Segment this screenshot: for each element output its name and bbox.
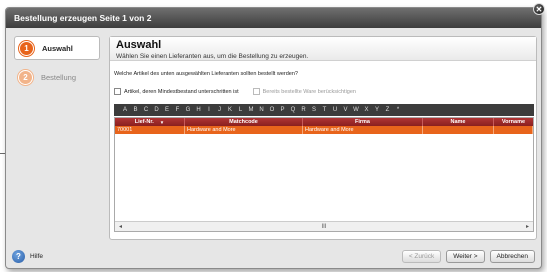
step-number-icon: 1 (19, 40, 34, 56)
column-header-matchcode[interactable]: Matchcode (185, 118, 303, 126)
alphabet-letter-g[interactable]: G (183, 107, 194, 113)
alphabet-letter-r[interactable]: R (299, 107, 310, 113)
cell-firma: Hardware and More (303, 126, 423, 134)
screen: Bestellung erzeugen Seite 1 von 2 1 Ausw… (0, 0, 547, 272)
alphabet-letter-i[interactable]: I (204, 107, 215, 113)
supplier-table: Lief-Nr. ▼ Matchcode Firma Name Vorname … (114, 117, 534, 232)
column-header-firma[interactable]: Firma (303, 118, 423, 126)
table-header: Lief-Nr. ▼ Matchcode Firma Name Vorname (115, 118, 533, 126)
alphabet-letter-all[interactable]: * (393, 107, 404, 113)
order-wizard-dialog: Bestellung erzeugen Seite 1 von 2 1 Ausw… (5, 7, 542, 269)
already-ordered-checkbox[interactable] (252, 88, 260, 95)
alphabet-letter-a[interactable]: A (120, 107, 131, 113)
step-label: Auswahl (42, 43, 73, 53)
help-icon[interactable]: ? (12, 249, 25, 263)
min-stock-checkbox[interactable] (114, 88, 121, 95)
alphabet-letter-w[interactable]: W (351, 107, 362, 113)
sort-down-icon: ▼ (159, 119, 165, 125)
back-button[interactable]: < Zurück (401, 249, 442, 263)
alphabet-letter-l[interactable]: L (236, 107, 247, 113)
filter-options: Artikel, deren Mindestbestand unterschri… (114, 88, 370, 95)
column-header-lief-nr[interactable]: Lief-Nr. ▼ (115, 118, 185, 126)
panel-subtitle: Wählen Sie einen Lieferanten aus, um die… (116, 53, 309, 60)
min-stock-label: Artikel, deren Mindestbestand unterschri… (124, 88, 239, 95)
alphabet-letter-h[interactable]: H (194, 107, 205, 113)
cell-name (423, 126, 494, 134)
alphabet-letter-y[interactable]: Y (372, 107, 383, 113)
alphabet-letter-d[interactable]: D (152, 107, 163, 113)
help-link[interactable]: Hilfe (30, 253, 43, 260)
alphabet-letter-b[interactable]: B (131, 107, 142, 113)
alphabet-letter-e[interactable]: E (162, 107, 173, 113)
step-label: Bestellung (41, 72, 77, 82)
alphabet-filter-bar: A B C D E F G H I J K L M N O P Q R S T U V W X Y Z * (114, 104, 534, 116)
alphabet-letter-k[interactable]: K (225, 107, 236, 113)
dialog-footer: ? Hilfe < Zurück Weiter > Abbrechen (6, 244, 541, 268)
alphabet-letter-u[interactable]: U (330, 107, 341, 113)
already-ordered-label: Bereits bestellte Ware berücksichtigen (262, 88, 356, 95)
alphabet-letter-v[interactable]: V (341, 107, 352, 113)
alphabet-letter-p[interactable]: P (278, 107, 289, 113)
alphabet-letter-n[interactable]: N (257, 107, 268, 113)
cell-lief-nr: 70001 (115, 126, 185, 134)
alphabet-letter-m[interactable]: M (246, 107, 257, 113)
wizard-steps: 1 Auswahl 2 Bestellung (14, 36, 100, 94)
alphabet-letter-q[interactable]: Q (288, 107, 299, 113)
alphabet-letter-t[interactable]: T (320, 107, 331, 113)
alphabet-letter-f[interactable]: F (173, 107, 184, 113)
panel-title: Auswahl (116, 39, 162, 51)
question-text: Welche Artikel des unten ausgewählten Li… (114, 71, 298, 77)
column-label: Lief-Nr. (134, 119, 154, 125)
panel-header: Auswahl Wählen Sie einen Lieferanten aus… (110, 37, 536, 61)
horizontal-scrollbar[interactable]: ◂ III ▸ (115, 221, 533, 231)
step-auswahl[interactable]: 1 Auswahl (14, 36, 100, 60)
alphabet-letter-s[interactable]: S (309, 107, 320, 113)
table-row[interactable]: 70001 Hardware and More Hardware and Mor… (115, 126, 533, 134)
alphabet-letter-z[interactable]: Z (383, 107, 394, 113)
alphabet-letter-c[interactable]: C (141, 107, 152, 113)
column-header-name[interactable]: Name (423, 118, 494, 126)
cell-matchcode: Hardware and More (185, 126, 303, 134)
cancel-button[interactable]: Abbrechen (489, 249, 535, 263)
scroll-right-icon[interactable]: ▸ (526, 223, 529, 230)
dialog-body: 1 Auswahl 2 Bestellung Auswahl Wählen Si… (6, 28, 541, 244)
alphabet-letter-x[interactable]: X (362, 107, 373, 113)
alphabet-letter-j[interactable]: J (215, 107, 226, 113)
dialog-title: Bestellung erzeugen Seite 1 von 2 (14, 13, 152, 23)
content-panel: Auswahl Wählen Sie einen Lieferanten aus… (109, 36, 537, 240)
cell-vorname (494, 126, 533, 134)
step-number-icon: 2 (18, 69, 33, 85)
column-header-vorname[interactable]: Vorname (494, 118, 533, 126)
next-button[interactable]: Weiter > (446, 249, 485, 263)
scroll-thumb[interactable]: III (321, 224, 326, 230)
scroll-left-icon[interactable]: ◂ (119, 223, 122, 230)
close-icon[interactable]: ✕ (533, 3, 545, 15)
step-bestellung[interactable]: 2 Bestellung (14, 65, 100, 89)
alphabet-letter-o[interactable]: O (267, 107, 278, 113)
title-bar: Bestellung erzeugen Seite 1 von 2 (6, 8, 541, 28)
